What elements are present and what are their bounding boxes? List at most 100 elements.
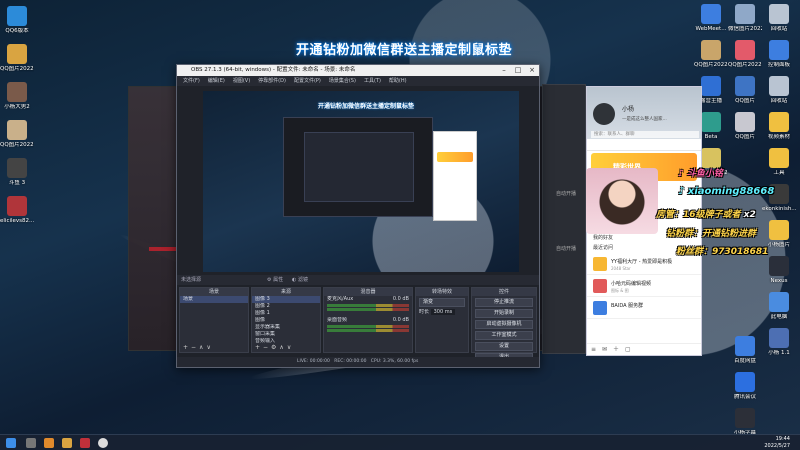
- desktop-icon[interactable]: 腾讯会议: [728, 372, 762, 400]
- desktop-icon[interactable]: QQ图片: [728, 76, 762, 104]
- folder-icon: [769, 112, 789, 132]
- desktop-icon[interactable]: 回收站: [762, 76, 796, 104]
- filters-button[interactable]: ◐ 滤镜: [292, 275, 308, 285]
- desktop-icon[interactable]: QQ图片20220510...: [694, 40, 728, 68]
- desktop-icon[interactable]: 小杨 1.1: [762, 328, 796, 356]
- desktop-icon[interactable]: 斗鱼 3: [0, 158, 34, 186]
- control-button[interactable]: 停止推流: [475, 298, 533, 307]
- desktop-icon[interactable]: QQ图片20220506...: [0, 44, 34, 72]
- control-panel-icon: [769, 40, 789, 60]
- source-item[interactable]: 显示器采集: [252, 324, 320, 331]
- list-item[interactable]: 小哈元码编辑视频 图标 & 图: [587, 275, 701, 297]
- maximize-icon[interactable]: □: [511, 65, 525, 76]
- menu-item[interactable]: 场景集合(S): [329, 78, 356, 84]
- control-button[interactable]: 启动虚拟摄像机: [475, 320, 533, 329]
- volume-meter: [327, 304, 409, 307]
- obs-statusbar: LIVE: 00:00:00 REC: 00:00:00 CPU: 3.3%, …: [177, 357, 539, 367]
- mixer-channel-name: 桌面音频 0.0 dB: [327, 317, 409, 323]
- qq-signature[interactable]: —是成这么整人国家...: [622, 116, 667, 122]
- desktop-icon-label: 小杨 1.1: [768, 350, 790, 356]
- thumbnail: [593, 257, 607, 271]
- search-icon[interactable]: [26, 438, 36, 448]
- menu-item[interactable]: 编辑(E): [208, 78, 225, 84]
- obs-icon[interactable]: [98, 438, 108, 448]
- desktop-icon-label: QQ图片20220506...: [0, 66, 34, 72]
- folder-icon[interactable]: [62, 438, 72, 448]
- image-icon: [735, 40, 755, 60]
- desktop-icon-label: 控制面板: [767, 62, 790, 68]
- desktop-icon[interactable]: 小杨大男2: [0, 82, 34, 110]
- transition-select[interactable]: 渐变: [419, 298, 465, 307]
- menu-item[interactable]: 帮助(H): [389, 78, 407, 84]
- control-button[interactable]: 工作室模式: [475, 331, 533, 340]
- qq-tabs[interactable]: [587, 139, 701, 151]
- desktop-icon[interactable]: 微信图片20220510...: [728, 4, 762, 32]
- menu-item[interactable]: 配置文件(P): [294, 78, 321, 84]
- avatar[interactable]: [593, 103, 615, 125]
- clock[interactable]: 19:44 2022/5/27: [764, 436, 790, 450]
- source-controls[interactable]: +−⚙∧∨: [255, 344, 294, 351]
- thumbnail: [593, 279, 607, 293]
- source-item[interactable]: 图像: [252, 317, 320, 324]
- message-subtitle: 图标 & 图: [611, 288, 629, 293]
- accent-bar: [149, 247, 179, 251]
- scene-controls[interactable]: +−∧∨: [183, 344, 214, 351]
- menu-item[interactable]: 工具(T): [364, 78, 381, 84]
- start-icon[interactable]: [6, 438, 16, 448]
- menu-item[interactable]: 视图(V): [233, 78, 250, 84]
- desktop-icon[interactable]: 小杨字幕: [728, 408, 762, 436]
- app-icon[interactable]: [80, 438, 90, 448]
- desktop-icon[interactable]: QQ图片20221204...: [728, 40, 762, 68]
- control-button[interactable]: 设置: [475, 342, 533, 351]
- minimize-icon[interactable]: –: [497, 65, 511, 76]
- audio-mixer-dock: 混音器 麦克风/Aux 0.0 dB 桌面音频 0.0 dB: [323, 287, 413, 353]
- dock-header: 转场特效: [416, 288, 468, 296]
- desktop-icon[interactable]: QQ6版本: [0, 6, 34, 34]
- scene-item[interactable]: 场景: [180, 296, 248, 303]
- qq-bottom-bar[interactable]: ≡✉＋▢: [587, 343, 701, 355]
- properties-button[interactable]: ⚙ 属性: [267, 275, 283, 285]
- computer-icon: [769, 292, 789, 312]
- desktop-icon-label: Nexus: [770, 278, 788, 284]
- diamond-fan-line: 钻粉群：开通钻粉进群: [666, 229, 757, 239]
- duration-row: 时长 300 ms: [416, 309, 468, 316]
- desktop-icon[interactable]: 视频素材: [762, 112, 796, 140]
- obs-preview[interactable]: 开通钻粉加微信群送主播定制鼠标垫: [203, 91, 519, 272]
- desktop-icon[interactable]: WebMeet...: [694, 4, 728, 32]
- close-icon[interactable]: ×: [525, 65, 539, 76]
- thumbnail: [593, 301, 607, 315]
- duration-field[interactable]: 300 ms: [430, 309, 456, 315]
- streamer-photo: [586, 168, 658, 234]
- desktop-icon[interactable]: 回收站: [762, 4, 796, 32]
- desktop-icon[interactable]: QQ图片: [728, 112, 762, 140]
- app-icon[interactable]: [44, 438, 54, 448]
- menu-item[interactable]: 停靠部件(D): [258, 78, 286, 84]
- search-input[interactable]: 搜索：联系人、群聊: [591, 131, 699, 138]
- volume-meter: [327, 325, 409, 328]
- obs-menubar: 文件(F) 编辑(E) 视图(V) 停靠部件(D) 配置文件(P) 场景集合(S) 工具(T…: [177, 76, 539, 86]
- volume-meter: [327, 308, 409, 311]
- meeting-icon: [701, 4, 721, 24]
- obs-titlebar[interactable]: OBS 27.1.3 (64-bit, windows) - 配置文件: 未命名…: [177, 65, 539, 76]
- desktop-icon[interactable]: 百度网盘: [728, 336, 762, 364]
- control-button[interactable]: 开始录制: [475, 309, 533, 318]
- source-item[interactable]: 图像 3: [252, 296, 320, 303]
- obs-window[interactable]: OBS 27.1.3 (64-bit, windows) - 配置文件: 未命名…: [176, 64, 540, 368]
- controls-dock: 控件 停止推流开始录制启动虚拟摄像机工作室模式设置退出: [471, 287, 537, 362]
- desktop-icon[interactable]: QQ图片20220515...: [0, 120, 34, 148]
- source-item[interactable]: 窗口采集: [252, 331, 320, 338]
- list-item[interactable]: BAIDA 服务群: [587, 297, 701, 319]
- source-item[interactable]: 图像 2: [252, 303, 320, 310]
- source-item[interactable]: 图像 1: [252, 310, 320, 317]
- moderator-line: 房管：16级牌子或者 x2: [656, 210, 756, 220]
- stream-assistant-panel[interactable]: 自动开播 自动开播: [542, 84, 586, 354]
- app-icon: [735, 408, 755, 428]
- meeting-icon: [735, 372, 755, 392]
- desktop-icon[interactable]: Nexus: [762, 256, 796, 284]
- dock-header: 控件: [472, 288, 536, 296]
- desktop-icon[interactable]: 控制面板: [762, 40, 796, 68]
- menu-item[interactable]: 文件(F): [183, 78, 200, 84]
- desktop-icon[interactable]: elicilevs82...: [0, 196, 34, 224]
- volume-meter: [327, 329, 409, 332]
- desktop-icon[interactable]: 此电脑: [762, 292, 796, 320]
